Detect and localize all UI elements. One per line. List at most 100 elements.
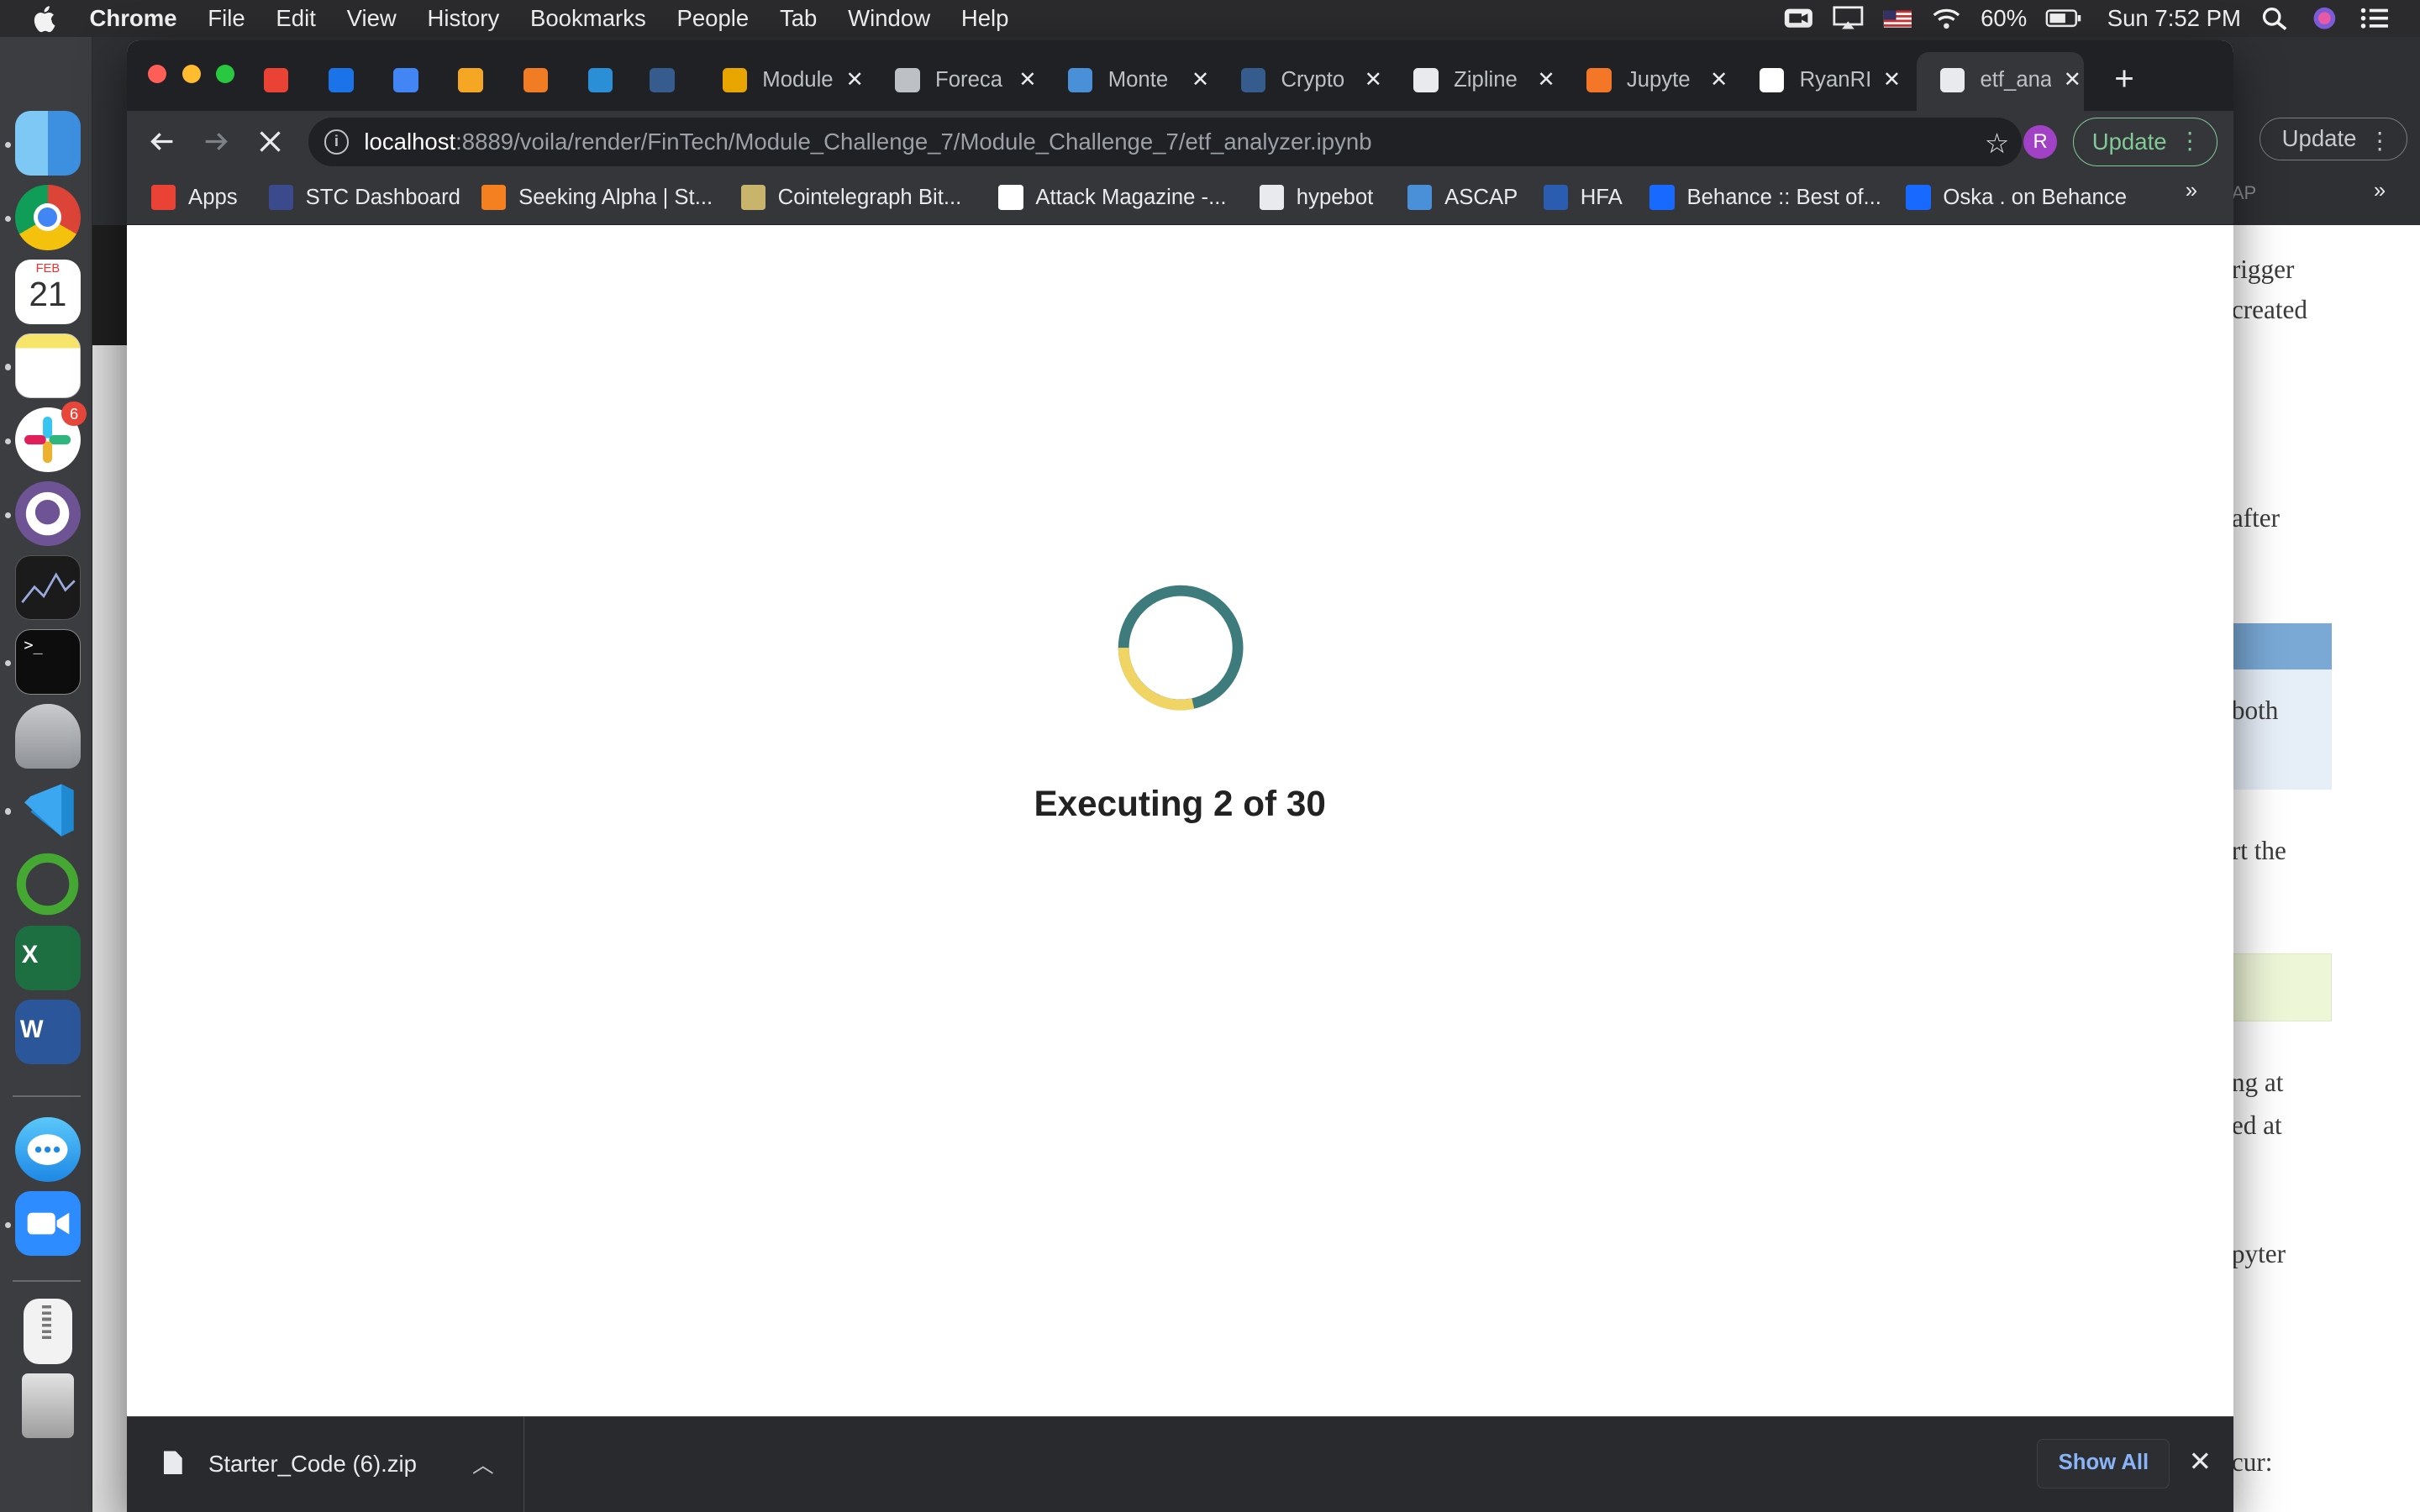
tab-pinned-6[interactable]	[650, 55, 690, 105]
bookmark-favicon-icon	[1543, 185, 1569, 210]
close-tab-icon[interactable]: ✕	[1537, 67, 1555, 92]
bookmark-item[interactable]: ASCAP	[1407, 185, 1518, 210]
tab-title: Module	[762, 67, 834, 92]
zoom-app-icon[interactable]	[15, 1190, 81, 1257]
bookmark-label: Oska . on Behance	[1943, 185, 2127, 209]
tab-zipline[interactable]: Zipline ✕	[1413, 55, 1555, 105]
running-indicator	[4, 364, 11, 370]
messages-icon[interactable]	[15, 1116, 81, 1182]
vscode-icon[interactable]	[15, 778, 80, 843]
show-all-button[interactable]: Show All	[2037, 1438, 2170, 1488]
menu-file[interactable]: File	[208, 5, 245, 32]
tab-pinned-2[interactable]	[393, 55, 434, 105]
menu-view[interactable]: View	[347, 5, 397, 32]
close-tab-icon[interactable]: ✕	[1883, 67, 1902, 92]
tab-pinned-1[interactable]	[329, 55, 369, 105]
clock[interactable]: Sun 7:52 PM	[2107, 5, 2241, 32]
bookmark-item[interactable]: Seeking Alpha | St...	[481, 185, 713, 210]
background-update-button[interactable]: Update ⋮	[2259, 117, 2408, 160]
anaconda-icon[interactable]	[15, 852, 80, 916]
running-indicator	[4, 808, 11, 815]
menu-tab[interactable]: Tab	[780, 5, 817, 32]
zip-file-icon[interactable]	[23, 1299, 73, 1364]
bookmark-item[interactable]: STC Dashboard	[268, 185, 460, 210]
zoom-status-icon[interactable]	[1783, 6, 1814, 30]
forward-button[interactable]	[197, 123, 234, 160]
finder-icon[interactable]	[15, 111, 81, 176]
menu-help[interactable]: Help	[961, 5, 1009, 32]
github-desktop-icon[interactable]	[15, 481, 81, 547]
battery-icon[interactable]	[2045, 6, 2081, 30]
slack-icon[interactable]: 6	[15, 401, 87, 473]
bookmark-item[interactable]: Cointelegraph Bit...	[740, 185, 961, 210]
bookmark-item[interactable]: Attack Magazine -...	[998, 185, 1227, 210]
close-shelf-icon[interactable]: ✕	[2188, 1445, 2212, 1478]
address-bar[interactable]: i localhost :8889/voila/render/FinTech/M…	[308, 117, 2023, 167]
menu-app-name[interactable]: Chrome	[89, 5, 176, 32]
close-tab-icon[interactable]: ✕	[1710, 67, 1728, 92]
close-window-button[interactable]	[148, 65, 167, 84]
airplay-icon[interactable]	[1833, 6, 1864, 30]
trash-icon[interactable]	[21, 1373, 75, 1438]
close-tab-icon[interactable]: ✕	[845, 67, 864, 92]
bookmark-item[interactable]: Oska . on Behance	[1906, 185, 2127, 210]
new-tab-button[interactable]: +	[2114, 59, 2134, 98]
profile-avatar[interactable]: R	[2023, 124, 2058, 160]
menu-edit[interactable]: Edit	[276, 5, 315, 32]
toolbar: i localhost :8889/voila/render/FinTech/M…	[126, 111, 2233, 173]
apple-icon[interactable]	[31, 3, 62, 34]
tab-pinned-4[interactable]	[523, 55, 564, 105]
stocks-icon[interactable]	[15, 555, 81, 621]
menu-people[interactable]: People	[676, 5, 749, 32]
close-tab-icon[interactable]: ✕	[2064, 67, 2082, 92]
coin-icon	[722, 67, 747, 93]
tab-pinned-5[interactable]	[587, 55, 629, 105]
excel-icon[interactable]: X	[15, 926, 81, 991]
close-tab-icon[interactable]: ✕	[1192, 67, 1210, 92]
minimize-window-button[interactable]	[182, 65, 201, 84]
bookmark-item[interactable]: HFA	[1543, 185, 1623, 210]
more-menu-icon[interactable]: ⋮	[2178, 128, 2202, 155]
terminal-icon[interactable]: >_	[15, 629, 81, 695]
bookmark-label: HFA	[1580, 185, 1623, 209]
siri-icon[interactable]	[2309, 6, 2340, 30]
site-info-icon[interactable]: i	[324, 129, 350, 155]
wifi-icon[interactable]	[1931, 6, 1962, 30]
bookmark-item[interactable]: Behance :: Best of...	[1649, 185, 1881, 210]
tab-foreca[interactable]: Foreca ✕	[895, 55, 1037, 105]
tab-pinned-3[interactable]	[458, 55, 498, 105]
bookmark-item[interactable]: hypebot	[1259, 185, 1373, 210]
tab-module[interactable]: Module ✕	[722, 55, 864, 105]
spotlight-search-icon[interactable]	[2260, 6, 2291, 31]
menu-window[interactable]: Window	[848, 5, 930, 32]
tab-monte[interactable]: Monte ✕	[1067, 55, 1210, 105]
bookmark-star-icon[interactable]: ☆	[1985, 127, 2010, 160]
tab-jupyte[interactable]: Jupyte ✕	[1586, 55, 1728, 105]
notification-center-icon[interactable]	[2359, 6, 2390, 30]
bookmarks-overflow-button[interactable]: »	[2186, 179, 2197, 203]
close-tab-icon[interactable]: ✕	[1018, 67, 1037, 92]
dock-separator	[12, 1095, 81, 1097]
menu-history[interactable]: History	[428, 5, 500, 32]
tab-pinned-0[interactable]	[264, 55, 304, 105]
word-icon[interactable]: W	[15, 1000, 81, 1065]
menu-bookmarks[interactable]: Bookmarks	[530, 5, 646, 32]
chrome-icon[interactable]	[15, 185, 81, 250]
zoom-window-button[interactable]	[216, 65, 235, 84]
tab-ryanri[interactable]: RyanRI ✕	[1759, 55, 1902, 105]
tab-etf-ana[interactable]: etf_ana ✕	[1939, 55, 2082, 105]
close-tab-icon[interactable]: ✕	[1365, 67, 1383, 92]
chevron-up-icon[interactable]: ︿	[472, 1448, 494, 1479]
database-icon[interactable]	[15, 703, 81, 769]
coinbase-icon	[458, 67, 483, 93]
update-button[interactable]: Update ⋮	[2072, 117, 2218, 167]
notes-icon[interactable]	[15, 333, 81, 398]
calendar-icon[interactable]: FEB 21	[15, 259, 81, 324]
download-item[interactable]: Starter_Code (6).zip ︿	[127, 1417, 525, 1512]
stop-loading-button[interactable]	[251, 123, 288, 160]
bookmark-item[interactable]: Apps	[150, 185, 238, 210]
us-flag-icon[interactable]	[1882, 6, 1913, 30]
tab-crypto[interactable]: Crypto ✕	[1240, 55, 1383, 105]
back-button[interactable]	[144, 123, 181, 160]
background-bookmarks-overflow[interactable]: »	[2374, 179, 2386, 203]
